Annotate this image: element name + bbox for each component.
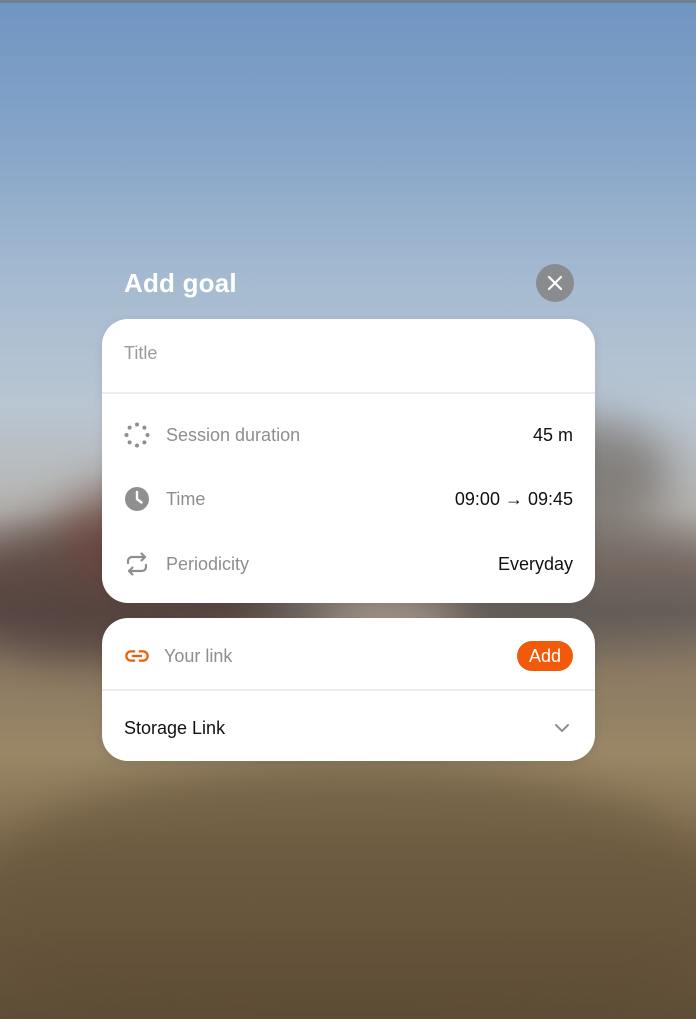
time-label: Time (166, 488, 206, 509)
dotted-circle-icon (124, 422, 150, 448)
divider (102, 392, 595, 394)
time-row[interactable]: Time 09:00 → 09:45 (124, 479, 573, 519)
link-card: Add Storage Link (102, 618, 595, 761)
modal-header: Add goal (124, 262, 574, 306)
link-icon (124, 643, 150, 669)
link-row: Add (124, 636, 573, 676)
add-link-button[interactable]: Add (516, 641, 573, 671)
clock-icon (124, 486, 150, 512)
top-edge-line (0, 0, 696, 3)
close-button[interactable] (536, 264, 574, 302)
divider (102, 689, 595, 691)
periodicity-value: Everyday (497, 553, 573, 574)
storage-link-dropdown[interactable]: Storage Link (124, 710, 573, 746)
repeat-icon (124, 551, 150, 577)
session-duration-value: 45 m (532, 424, 573, 445)
storage-link-label: Storage Link (124, 717, 226, 738)
session-duration-label: Session duration (166, 424, 301, 445)
close-icon (547, 275, 563, 291)
session-duration-row[interactable]: Session duration 45 m (124, 415, 573, 455)
time-value: 09:00 → 09:45 (454, 488, 573, 509)
periodicity-label: Periodicity (166, 553, 250, 574)
modal-title: Add goal (124, 268, 237, 298)
periodicity-row[interactable]: Periodicity Everyday (124, 544, 573, 584)
chevron-down-icon (551, 717, 573, 739)
link-input[interactable] (164, 645, 464, 667)
bg-blob (0, 760, 696, 1019)
goal-details-card: Session duration 45 m Time 09:00 → 09:45… (102, 319, 595, 603)
title-input[interactable] (124, 343, 564, 364)
